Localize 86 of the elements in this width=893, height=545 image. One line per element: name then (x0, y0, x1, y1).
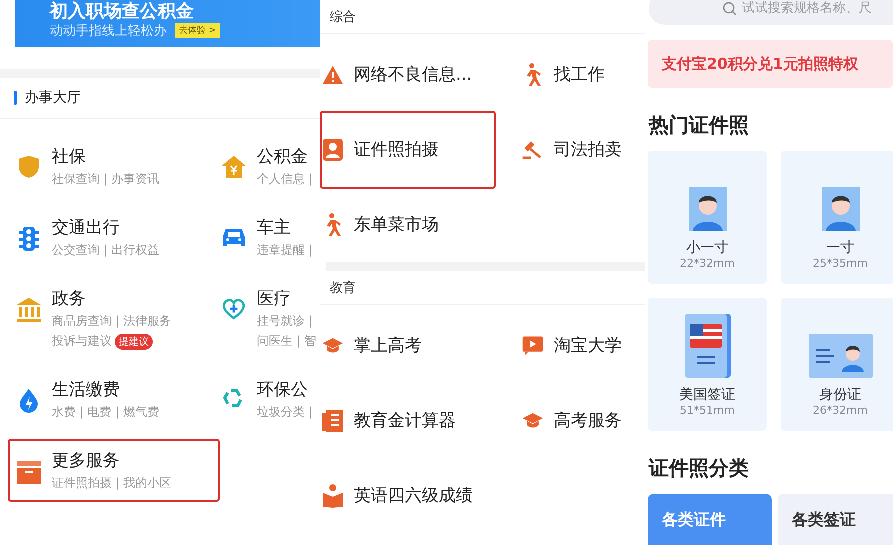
service-item[interactable]: 找工作 (520, 36, 645, 114)
service-subtitle: 问医生 | 智 (257, 333, 317, 350)
service-subtitle: 水费 | 电费 | 燃气费 (52, 404, 160, 421)
service-subtitle: 投诉与建议 (52, 333, 112, 350)
service-label: 证件照拍摄 (354, 139, 439, 161)
service-title: 环保公 (257, 379, 309, 401)
service-item[interactable]: 掌上高考 (320, 306, 496, 384)
service-label: 网络不良信息... (354, 64, 472, 86)
service-item[interactable]: 教育金计算器 (320, 382, 496, 460)
category-title: 综合 (330, 8, 356, 26)
section-heading: 热门证件照 (649, 112, 750, 139)
category-title: 教育 (330, 280, 356, 296)
service-subtitle: 商品房查询 | 法律服务 (52, 313, 172, 330)
recycle-icon (223, 388, 245, 410)
bank-icon (16, 297, 42, 323)
service-subtitle: 挂号就诊 | (257, 313, 313, 330)
section-heading: 证件照分类 (649, 455, 750, 482)
service-label: 找工作 (554, 64, 605, 86)
spec-name: 一寸 (826, 239, 854, 257)
service-title: 政务 (52, 288, 87, 310)
box-icon (16, 459, 42, 485)
search-field[interactable]: 试试搜索规格名称、尺 (649, 0, 893, 25)
id-photo-silhouette-icon (822, 187, 860, 231)
spec-size: 22*32mm (680, 257, 735, 270)
water-drop-icon (18, 388, 40, 414)
service-subtitle: 社保查询 | 办事资讯 (52, 171, 160, 188)
id-photo-silhouette-icon (688, 187, 726, 231)
graduation-cap-icon (522, 410, 544, 430)
service-title: 社保 (52, 146, 87, 168)
service-item[interactable]: 英语四六级成绩 (320, 456, 496, 534)
banner-subtitle: 动动手指线上轻松办 (50, 22, 167, 40)
service-item[interactable]: 淘宝大学 (520, 306, 645, 384)
service-label: 英语四六级成绩 (354, 485, 473, 507)
service-title: 医疗 (257, 288, 292, 310)
service-label: 东单菜市场 (354, 214, 439, 236)
service-label: 淘宝大学 (554, 335, 622, 357)
highlighted-service-item[interactable]: 证件照拍摄 (320, 110, 496, 188)
service-label: 高考服务 (554, 410, 622, 432)
service-title: 车主 (257, 217, 292, 239)
spec-name: 小一寸 (686, 239, 728, 257)
try-button[interactable]: 去体验 > (175, 23, 220, 38)
section-marker (14, 91, 17, 105)
promo-banner[interactable]: 支付宝20积分兑1元拍照特权 (648, 40, 893, 88)
service-subtitle: 个人信息 | (257, 171, 313, 188)
service-label: 司法拍卖 (554, 139, 622, 161)
person-reading-icon (322, 484, 344, 508)
graduation-cap-icon (322, 336, 344, 356)
video-play-icon (522, 334, 544, 358)
car-icon (221, 226, 247, 248)
visa-document-icon (684, 314, 730, 378)
photo-spec-card[interactable]: 美国签证 51*51mm (648, 298, 767, 431)
service-subtitle: 公交查询 | 出行权益 (52, 242, 160, 259)
house-icon (221, 155, 247, 179)
service-subtitle: 证件照拍摄 | 我的小区 (52, 475, 172, 492)
highlighted-service-item[interactable]: 更多服务 证件照拍摄 | 我的小区 (8, 439, 220, 502)
suggestion-badge: 提建议 (115, 334, 153, 350)
spec-name: 身份证 (820, 386, 862, 404)
spec-size: 26*32mm (813, 404, 868, 417)
service-item[interactable]: 高考服务 (520, 382, 645, 460)
section-title: 办事大厅 (25, 89, 81, 107)
service-subtitle: 违章提醒 | (257, 242, 313, 259)
category-tab[interactable]: 各类签证 (778, 494, 893, 545)
person-card-icon (323, 138, 343, 160)
service-item[interactable]: 网络不良信息... (320, 36, 496, 114)
banner-title: 初入职场查公积金 (50, 2, 195, 22)
service-title: 交通出行 (52, 217, 121, 239)
service-item[interactable]: 司法拍卖 (520, 110, 645, 188)
service-item[interactable]: 东单菜市场 (320, 186, 496, 264)
id-card-icon (808, 334, 872, 378)
service-label: 掌上高考 (354, 335, 422, 357)
service-subtitle: 垃圾分类 | (257, 404, 313, 421)
photo-spec-card[interactable]: 身份证 26*32mm (781, 298, 893, 431)
spec-size: 25*35mm (813, 257, 868, 270)
service-title: 公积金 (257, 146, 309, 168)
service-title: 生活缴费 (52, 379, 121, 401)
photo-spec-card[interactable]: 小一寸 22*32mm (648, 151, 767, 284)
search-icon (723, 2, 737, 16)
promo-banner[interactable]: 初入职场查公积金 动动手指线上轻松办 去体验 > (15, 0, 320, 47)
shield-icon (18, 155, 40, 179)
service-label: 教育金计算器 (354, 410, 456, 432)
traffic-light-icon (19, 226, 39, 252)
spec-name: 美国签证 (680, 386, 736, 404)
photo-spec-card[interactable]: 一寸 25*35mm (781, 151, 893, 284)
spec-size: 51*51mm (680, 404, 735, 417)
service-title: 更多服务 (52, 450, 121, 472)
stethoscope-heart-icon (221, 297, 247, 321)
